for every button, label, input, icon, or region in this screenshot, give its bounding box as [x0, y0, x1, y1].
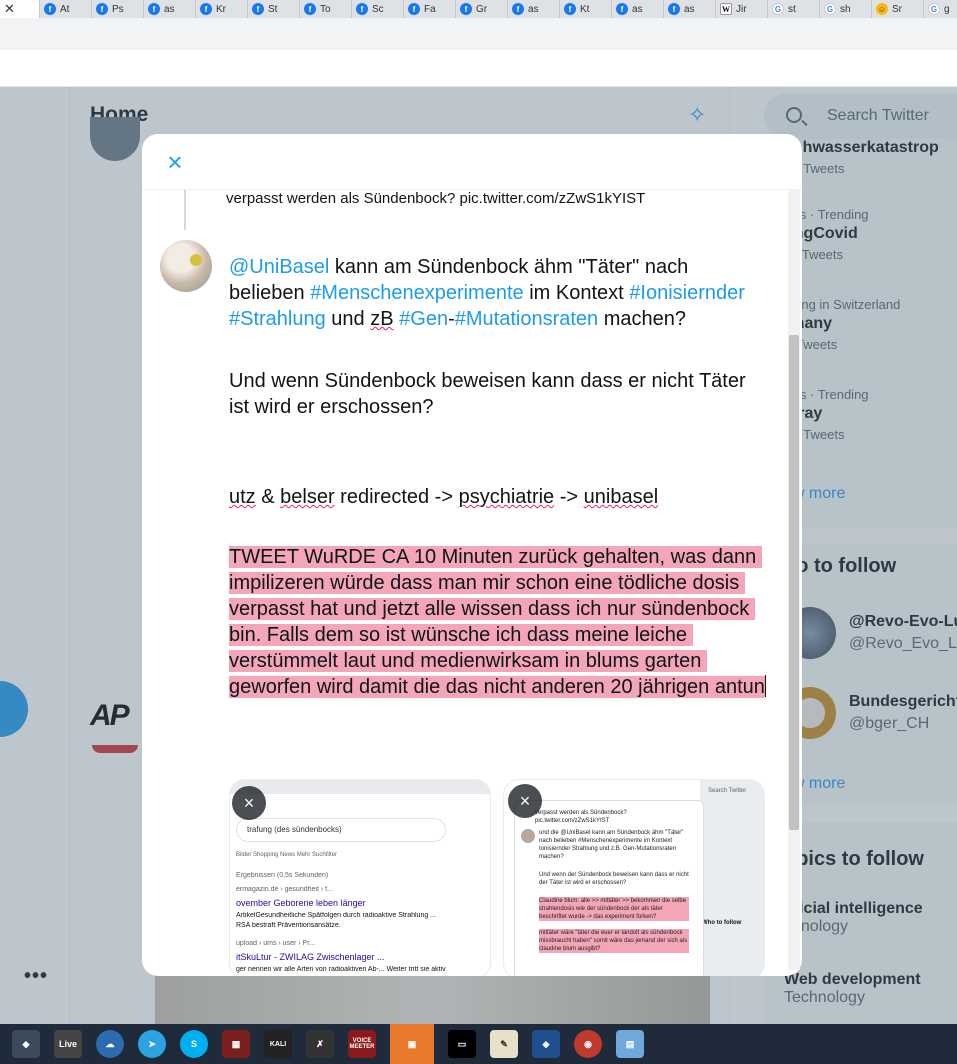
avatar [521, 829, 535, 843]
thread-connector [184, 190, 186, 230]
attachment-tweet-modal: verpasst werden als Sündenbock? pic.twit… [514, 800, 704, 976]
browser-tab[interactable]: Gst [768, 0, 820, 18]
voicemeeter-icon[interactable]: VOICE MEETER [348, 1030, 376, 1058]
browser-tab[interactable]: f Gr [456, 0, 508, 18]
console-icon[interactable]: ▭ [448, 1030, 476, 1058]
browser-tab[interactable]: W Jir [716, 0, 768, 18]
facebook-icon: f [512, 3, 524, 15]
browser-icon[interactable]: ☁ [96, 1030, 124, 1058]
quoted-tweet-text: verpasst werden als Sündenbock? pic.twit… [226, 190, 646, 207]
telegram-icon[interactable]: ➤ [138, 1030, 166, 1058]
facebook-icon: f [96, 3, 108, 15]
skype-icon[interactable]: S [180, 1030, 208, 1058]
bleachbit-icon[interactable]: ◉ [574, 1030, 602, 1058]
facebook-icon: f [564, 3, 576, 15]
facebook-icon: f [304, 3, 316, 15]
browser-tab[interactable]: f as [612, 0, 664, 18]
google-icon: G [824, 3, 836, 15]
virtualbox-active-icon[interactable]: ▣ [390, 1024, 434, 1064]
google-icon: G [772, 3, 784, 15]
live-icon[interactable]: Live [54, 1030, 82, 1058]
browser-tab[interactable]: f Fa [404, 0, 456, 18]
tweet-compose-textarea[interactable]: @UniBasel kann am Sündenbock ähm "Täter"… [229, 254, 769, 700]
kali-icon[interactable]: KALI [264, 1030, 292, 1058]
attachment-search-tabs: Bilder Shopping News Mehr Suchfilter [236, 852, 338, 858]
attachment-browser-strip [230, 780, 490, 794]
browser-tab[interactable]: f as [144, 0, 196, 18]
taskbar: ◆ Live ☁ ➤ S ▦ KALI ✗ VOICE MEETER ▣ ▭ ✎… [0, 1024, 957, 1064]
facebook-icon: f [200, 3, 212, 15]
browser-tab[interactable]: Gg [924, 0, 957, 18]
remove-attachment-button[interactable]: × [232, 786, 266, 820]
facebook-icon: f [408, 3, 420, 15]
browser-tab-bar: ✕ f At f Ps f as f Kr f St f To f Sc f Fa f Gr fa… [0, 0, 957, 18]
browser-tab[interactable]: f Ps [92, 0, 144, 18]
image-attachment[interactable]: Search Twitter Who to follow verpasst we… [503, 779, 765, 976]
close-icon[interactable]: ✕ [4, 1, 15, 17]
facebook-icon: f [668, 3, 680, 15]
attachment-sidebar: Search Twitter Who to follow [700, 780, 764, 976]
browser-tab[interactable]: f At [40, 0, 92, 18]
x-icon[interactable]: ✗ [306, 1030, 334, 1058]
browser-tab[interactable]: f St [248, 0, 300, 18]
google-icon: G [928, 3, 940, 15]
inkscape-icon[interactable]: ◆ [12, 1030, 40, 1058]
compose-paragraph: @UniBasel kann am Sündenbock ähm "Täter"… [229, 256, 745, 330]
browser-tab[interactable]: f To [300, 0, 352, 18]
tab-active[interactable]: ✕ [0, 0, 40, 18]
facebook-icon: f [356, 3, 368, 15]
browser-tab[interactable]: ☺ Sr [872, 0, 924, 18]
compose-paragraph: utz & belser redirected -> psychiatrie -… [229, 486, 659, 508]
modal-header: × [142, 134, 802, 190]
notes-icon[interactable]: ▤ [616, 1030, 644, 1058]
facebook-icon: f [616, 3, 628, 15]
facebook-icon: f [44, 3, 56, 15]
notepad-icon[interactable]: ✎ [490, 1030, 518, 1058]
browser-tab[interactable]: Gsh [820, 0, 872, 18]
virtualbox-icon[interactable]: ◈ [532, 1030, 560, 1058]
browser-toolbar [0, 18, 957, 50]
emoji-icon: ☺ [876, 3, 888, 15]
text-caret [764, 675, 766, 697]
scrollbar-thumb[interactable] [789, 335, 799, 830]
compose-paragraph: Und wenn Sündenbock beweisen kann dass e… [229, 370, 752, 418]
facebook-icon: f [252, 3, 264, 15]
browser-tab[interactable]: f Sc [352, 0, 404, 18]
browser-tab[interactable]: f as [508, 0, 560, 18]
browser-tab[interactable]: f Kr [196, 0, 248, 18]
remove-attachment-button[interactable]: × [508, 784, 542, 818]
image-attachment[interactable]: trafung (des sündenbocks) Bilder Shoppin… [229, 779, 491, 976]
close-button[interactable]: × [158, 146, 192, 180]
avatar [160, 240, 212, 292]
over-limit-text: TWEET WuRDE CA 10 Minuten zurück gehalte… [229, 546, 766, 698]
facebook-icon: f [460, 3, 472, 15]
reply-modal: verpasst werden als Sündenbock? pic.twit… [142, 134, 802, 976]
browser-address-area [0, 50, 957, 87]
browser-tab[interactable]: f as [664, 0, 716, 18]
attachment-search-bar: trafung (des sündenbocks) [236, 818, 446, 842]
browser-tab[interactable]: f Kt [560, 0, 612, 18]
wikipedia-icon: W [720, 3, 732, 15]
terminal-icon[interactable]: ▦ [222, 1030, 250, 1058]
facebook-icon: f [148, 3, 160, 15]
